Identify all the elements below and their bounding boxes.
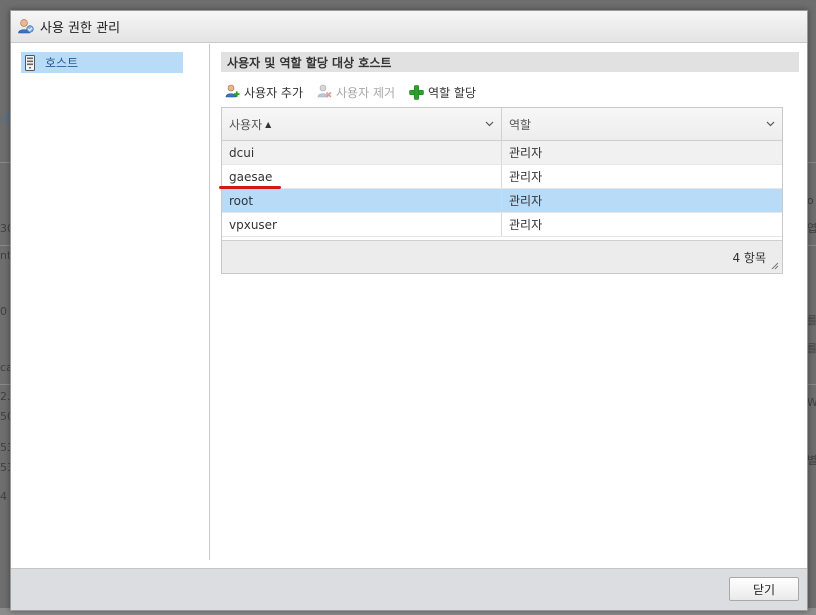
add-user-button[interactable]: 사용자 추가 xyxy=(225,84,303,101)
role-cell: 관리자 xyxy=(509,194,543,208)
background-text: 53 xyxy=(0,441,10,454)
item-count: 4 항목 xyxy=(732,250,766,265)
dialog-title: 사용 권한 관리 xyxy=(40,21,121,36)
column-header-role-label: 역할 xyxy=(509,117,532,132)
role-cell: 관리자 xyxy=(509,170,543,184)
tree-item-host[interactable]: 호스트 xyxy=(21,52,183,73)
background-text: W xyxy=(807,396,816,409)
permissions-toolbar: 사용자 추가 사용자 제거 역할 할당 xyxy=(225,82,490,102)
table-row-selected[interactable]: root 관리자 xyxy=(222,189,782,213)
table-row[interactable]: dcui 관리자 xyxy=(222,141,782,165)
table-row[interactable]: vpxuser 관리자 xyxy=(222,213,782,237)
assign-role-button[interactable]: 역할 할당 xyxy=(409,84,476,101)
remove-user-button[interactable]: 사용자 제거 xyxy=(317,84,395,101)
grid-header: 사용자 ▲ 역할 xyxy=(222,108,782,141)
close-button[interactable]: 닫기 xyxy=(729,577,799,601)
background-text: 50 xyxy=(0,410,10,423)
background-text: 53 xyxy=(0,461,10,474)
dialog-footer: 닫기 xyxy=(11,568,807,610)
remove-user-icon xyxy=(317,84,332,98)
column-header-user-label: 사용자 xyxy=(229,117,263,132)
host-server-icon xyxy=(25,54,35,71)
chevron-down-icon[interactable] xyxy=(485,119,494,128)
table-row[interactable]: gaesae 관리자 xyxy=(219,165,782,189)
user-cell: dcui xyxy=(222,141,502,164)
user-role-grid: 사용자 ▲ 역할 dcui 관리자 gaesae 관리자 root 관리자 vp… xyxy=(219,107,783,274)
add-user-label: 사용자 추가 xyxy=(244,85,304,100)
user-cell: root xyxy=(222,189,502,212)
background-text: 0 xyxy=(0,305,7,318)
chevron-down-icon[interactable] xyxy=(766,119,775,128)
background-text: 별 xyxy=(807,454,816,467)
permissions-dialog: 사용 권한 관리 호스트 사용자 및 역할 할당 대상 호스트 사용자 추가 사… xyxy=(10,10,808,611)
dialog-titlebar[interactable]: 사용 권한 관리 xyxy=(11,11,807,43)
background-text: o xyxy=(807,194,814,207)
column-header-user[interactable]: 사용자 ▲ xyxy=(222,108,502,140)
background-text: 를 xyxy=(807,342,816,355)
background-text: 30 xyxy=(0,222,10,235)
background-text: 2. xyxy=(0,390,10,403)
resize-grip-icon[interactable] xyxy=(771,262,779,270)
assign-role-label: 역할 할당 xyxy=(428,85,477,100)
add-user-icon xyxy=(225,84,240,98)
background-text: 4 xyxy=(0,490,7,503)
role-cell: 관리자 xyxy=(509,146,543,160)
role-cell: 관리자 xyxy=(509,218,543,232)
user-cell: gaesae xyxy=(219,165,502,189)
column-header-role[interactable]: 역할 xyxy=(502,108,782,140)
users-icon xyxy=(17,18,35,36)
background-text: ca xyxy=(0,361,10,374)
object-tree: 호스트 xyxy=(11,44,210,560)
grid-footer: 4 항목 xyxy=(222,240,782,273)
background-text: nt xyxy=(0,249,10,262)
plus-icon xyxy=(409,84,424,100)
remove-user-label: 사용자 제거 xyxy=(336,85,396,100)
background-text: 엽 xyxy=(807,222,816,235)
section-title: 사용자 및 역할 할당 대상 호스트 xyxy=(221,52,799,72)
background-text: 를 xyxy=(807,314,816,327)
tree-item-label: 호스트 xyxy=(45,56,79,70)
background-text: 네 xyxy=(0,112,10,125)
user-cell: vpxuser xyxy=(222,213,502,236)
user-name: gaesae xyxy=(229,169,273,184)
sort-ascending-icon: ▲ xyxy=(265,119,272,129)
